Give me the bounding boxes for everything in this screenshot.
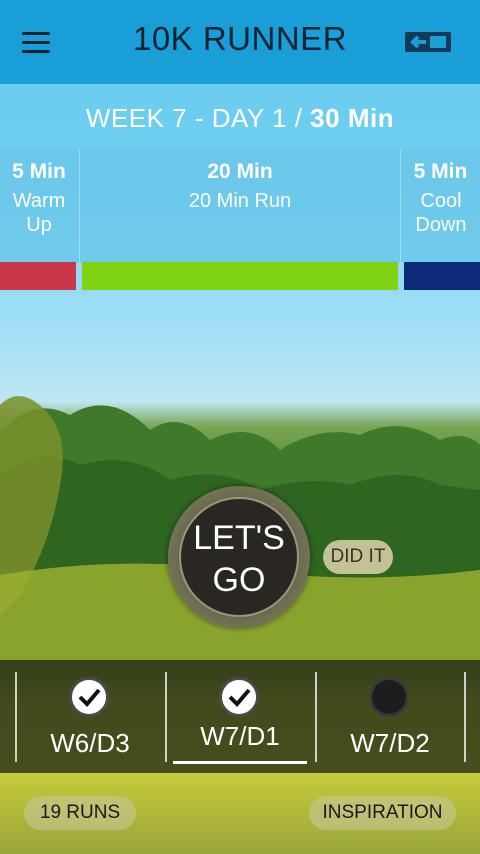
segment-color-run xyxy=(82,262,398,290)
segment-color-warm-up xyxy=(0,262,76,290)
incomplete-circle-icon xyxy=(369,677,409,717)
day-label: W7/D1 xyxy=(200,721,280,751)
segment-minutes: 20 Min xyxy=(207,160,273,183)
segment-minutes: 5 Min xyxy=(12,160,66,183)
runs-count-button[interactable]: 19 RUNS xyxy=(24,796,136,830)
inspiration-button[interactable]: INSPIRATION xyxy=(309,796,456,830)
workout-duration: 30 Min xyxy=(310,103,395,133)
segment-name: Cool Down xyxy=(415,190,467,236)
segment-warm-up: 5 Min Warm Up xyxy=(0,150,78,262)
segment-minutes: 5 Min xyxy=(413,160,468,183)
day-label: W6/D3 xyxy=(50,728,130,758)
segment-color-cool-down xyxy=(404,262,480,290)
completed-check-icon xyxy=(69,677,109,717)
segment-run: 20 Min 20 Min Run xyxy=(80,150,400,262)
day-selector: W6/D3 W7/D1 W7/D2 xyxy=(0,660,480,773)
segment-name: Warm Up xyxy=(12,190,66,236)
app-header: 10K RUNNER xyxy=(0,0,480,84)
exit-icon xyxy=(405,32,451,52)
workout-segments: 5 Min Warm Up 20 Min 20 Min Run 5 Min Co… xyxy=(0,150,480,262)
exit-button[interactable] xyxy=(404,30,452,54)
day-item-w7-d1[interactable]: W7/D1 xyxy=(165,660,315,773)
selected-day-indicator xyxy=(173,761,307,764)
did-it-button[interactable]: DID IT xyxy=(323,540,393,574)
day-item-w7-d2[interactable]: W7/D2 xyxy=(315,660,465,773)
lets-go-button[interactable]: LET'S GO xyxy=(168,486,310,628)
day-label: W7/D2 xyxy=(350,728,430,758)
segment-name: 20 Min Run xyxy=(188,190,292,212)
day-item-w6-d3[interactable]: W6/D3 xyxy=(15,660,165,773)
workout-summary-bar: WEEK 7 - DAY 1 / 30 Min xyxy=(0,84,480,150)
week-day-label: WEEK 7 - DAY 1 / xyxy=(85,103,311,133)
completed-check-icon xyxy=(219,677,259,717)
segment-cool-down: 5 Min Cool Down xyxy=(401,150,480,262)
lets-go-line1: LET'S xyxy=(193,519,285,557)
lets-go-line2: GO xyxy=(212,561,266,599)
